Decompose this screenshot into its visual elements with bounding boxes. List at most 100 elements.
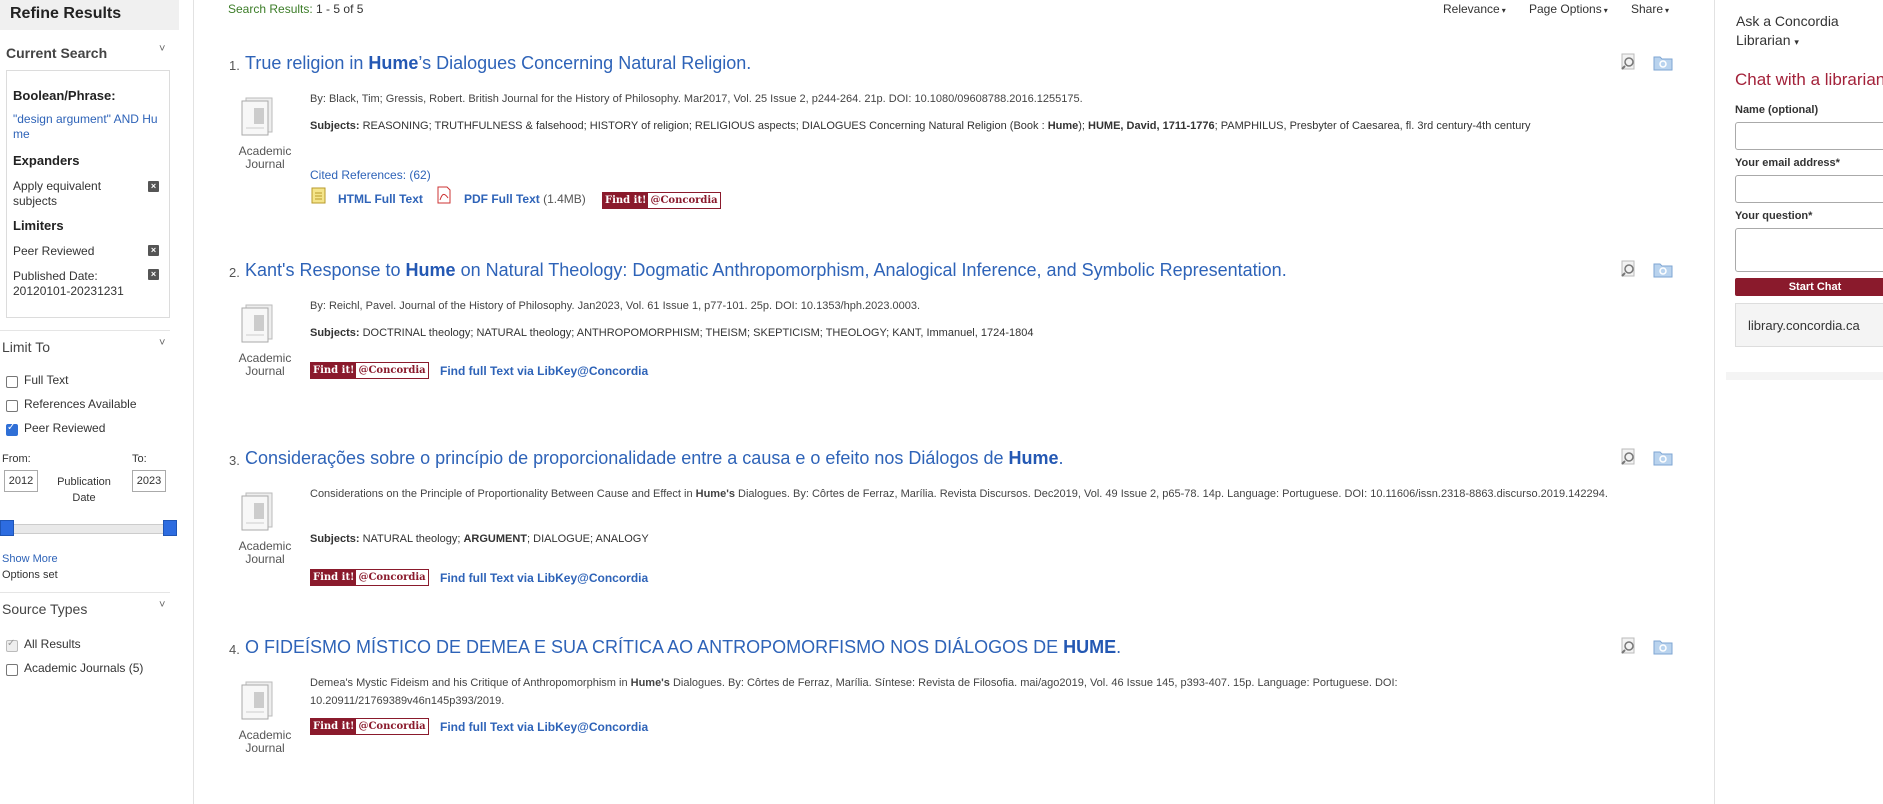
preview-magnifier-icon[interactable] bbox=[1620, 53, 1638, 71]
references-available-checkbox[interactable] bbox=[6, 400, 18, 412]
peer-reviewed-checkbox[interactable] bbox=[6, 422, 18, 436]
to-year-input[interactable]: 2023 bbox=[132, 470, 166, 492]
publication-type: Academic Journal bbox=[238, 728, 292, 755]
search-results-label: Search Results: bbox=[228, 2, 313, 16]
add-to-folder-icon[interactable] bbox=[1653, 260, 1673, 278]
result-meta: By: Black, Tim; Gressis, Robert. British… bbox=[310, 93, 1083, 105]
chevron-down-icon[interactable]: ˅ bbox=[159, 43, 165, 55]
remove-limiter-icon[interactable]: × bbox=[148, 245, 159, 256]
find-it-concordia-button[interactable]: Find it! @Concordia bbox=[602, 192, 721, 209]
publication-type: Academic Journal bbox=[238, 539, 292, 566]
library-site-link[interactable]: library.concordia.ca bbox=[1748, 318, 1860, 333]
full-text-checkbox[interactable] bbox=[6, 376, 18, 388]
right-panel bbox=[1714, 0, 1883, 804]
preview-magnifier-icon[interactable] bbox=[1620, 260, 1638, 278]
page-options-menu[interactable]: Page Options ▾ bbox=[1529, 2, 1608, 16]
academic-journals-label: Academic Journals (5) bbox=[24, 661, 144, 675]
boolean-heading: Boolean/Phrase: bbox=[13, 88, 116, 103]
question-textarea[interactable] bbox=[1735, 228, 1883, 272]
peer-reviewed-label: Peer Reviewed bbox=[24, 421, 106, 435]
pdf-icon bbox=[437, 186, 451, 204]
find-it-concordia-button[interactable]: Find it! @Concordia bbox=[310, 569, 429, 586]
date-slider-end-handle[interactable] bbox=[163, 520, 177, 536]
search-results-summary: Search Results: 1 - 5 of 5 bbox=[228, 2, 363, 16]
result-subjects: Subjects: DOCTRINAL theology; NATURAL th… bbox=[310, 327, 1034, 339]
result-title-link[interactable]: O FIDEÍSMO MÍSTICO DE DEMEA E SUA CRÍTIC… bbox=[245, 637, 1121, 658]
ask-librarian-dropdown[interactable]: Ask a Concordia Librarian ▾ bbox=[1736, 12, 1876, 52]
result-number: 2. bbox=[229, 265, 240, 280]
libkey-full-text-link[interactable]: Find full Text via LibKey@Concordia bbox=[440, 364, 648, 378]
current-search-heading[interactable]: Current Search bbox=[6, 45, 107, 61]
all-results-label: All Results bbox=[24, 637, 81, 651]
relevance-menu[interactable]: Relevance ▾ bbox=[1443, 2, 1506, 16]
from-label: From: bbox=[2, 453, 31, 465]
cited-references-link[interactable]: Cited References: (62) bbox=[310, 168, 431, 182]
academic-journals-checkbox[interactable] bbox=[6, 664, 18, 676]
divider bbox=[0, 330, 170, 331]
chat-title: Chat with a librarian! bbox=[1735, 70, 1883, 89]
preview-magnifier-icon[interactable] bbox=[1620, 448, 1638, 466]
result-meta: By: Reichl, Pavel. Journal of the Histor… bbox=[310, 300, 921, 312]
result-title-link[interactable]: True religion in Hume’s Dialogues Concer… bbox=[245, 53, 751, 74]
result-number: 3. bbox=[229, 453, 240, 468]
publication-date-label: Publication Date bbox=[57, 476, 111, 504]
expander-item: Apply equivalent subjects bbox=[13, 179, 102, 208]
add-to-folder-icon[interactable] bbox=[1653, 448, 1673, 466]
academic-journal-icon bbox=[241, 304, 273, 343]
result-subjects: Subjects: NATURAL theology; ARGUMENT; DI… bbox=[310, 533, 649, 545]
full-text-label: Full Text bbox=[24, 373, 69, 387]
pdf-full-text[interactable]: PDF Full Text (1.4MB) bbox=[464, 192, 586, 206]
result-title-link[interactable]: Considerações sobre o princípio de propo… bbox=[245, 448, 1064, 469]
panel-footer bbox=[1726, 372, 1883, 380]
limiter-item: Published Date: 20120101-20231231 bbox=[13, 269, 124, 298]
email-input[interactable] bbox=[1735, 175, 1883, 203]
preview-magnifier-icon[interactable] bbox=[1620, 637, 1638, 655]
html-document-icon bbox=[311, 187, 326, 204]
refine-results-title: Refine Results bbox=[0, 0, 179, 30]
date-slider-start-handle[interactable] bbox=[0, 520, 14, 536]
date-slider-track[interactable] bbox=[4, 524, 174, 534]
start-chat-button[interactable]: Start Chat bbox=[1735, 278, 1883, 296]
all-results-checkbox[interactable] bbox=[6, 638, 18, 652]
boolean-query-link[interactable]: "design argument" AND Hume bbox=[13, 112, 163, 142]
name-label: Name (optional) bbox=[1735, 104, 1819, 116]
chevron-down-icon[interactable]: ˅ bbox=[159, 337, 165, 349]
options-set-text: Options set bbox=[2, 569, 58, 581]
add-to-folder-icon[interactable] bbox=[1653, 53, 1673, 71]
limiters-heading: Limiters bbox=[13, 218, 64, 233]
name-input[interactable] bbox=[1735, 122, 1883, 150]
library-link-box: library.concordia.ca bbox=[1735, 303, 1883, 347]
result-meta: Considerations on the Principle of Propo… bbox=[310, 488, 1608, 500]
limit-to-heading[interactable]: Limit To bbox=[2, 339, 50, 355]
find-it-concordia-button[interactable]: Find it! @Concordia bbox=[310, 362, 429, 379]
share-menu[interactable]: Share ▾ bbox=[1631, 2, 1669, 16]
remove-limiter-icon[interactable]: × bbox=[148, 269, 159, 280]
add-to-folder-icon[interactable] bbox=[1653, 637, 1673, 655]
find-it-concordia-button[interactable]: Find it! @Concordia bbox=[310, 718, 429, 735]
question-label: Your question* bbox=[1735, 210, 1813, 222]
result-subjects: Subjects: REASONING; TRUTHFULNESS & fals… bbox=[310, 120, 1531, 132]
academic-journal-icon bbox=[241, 681, 273, 720]
libkey-full-text-link[interactable]: Find full Text via LibKey@Concordia bbox=[440, 571, 648, 585]
refine-sidebar: Refine Results Current Search ˅ Boolean/… bbox=[0, 0, 194, 804]
expanders-heading: Expanders bbox=[13, 153, 80, 168]
publication-type: Academic Journal bbox=[238, 351, 292, 378]
source-types-heading[interactable]: Source Types bbox=[2, 601, 87, 617]
show-more-link[interactable]: Show More bbox=[2, 553, 58, 565]
result-meta: Demea's Mystic Fideism and his Critique … bbox=[310, 677, 1398, 707]
divider bbox=[0, 592, 170, 593]
publication-type: Academic Journal bbox=[238, 144, 292, 171]
limiter-item: Peer Reviewed bbox=[13, 244, 95, 258]
search-results-count: 1 - 5 of 5 bbox=[316, 2, 364, 16]
result-number: 4. bbox=[229, 642, 240, 657]
references-available-label: References Available bbox=[24, 397, 137, 411]
html-full-text-link[interactable]: HTML Full Text bbox=[338, 192, 423, 206]
result-number: 1. bbox=[229, 58, 240, 73]
remove-expander-icon[interactable]: × bbox=[148, 181, 159, 192]
current-search-box: Boolean/Phrase: "design argument" AND Hu… bbox=[6, 70, 170, 318]
libkey-full-text-link[interactable]: Find full Text via LibKey@Concordia bbox=[440, 720, 648, 734]
chevron-down-icon[interactable]: ˅ bbox=[159, 599, 165, 611]
academic-journal-icon bbox=[241, 97, 273, 136]
from-year-input[interactable]: 2012 bbox=[4, 470, 38, 492]
result-title-link[interactable]: Kant's Response to Hume on Natural Theol… bbox=[245, 260, 1287, 281]
